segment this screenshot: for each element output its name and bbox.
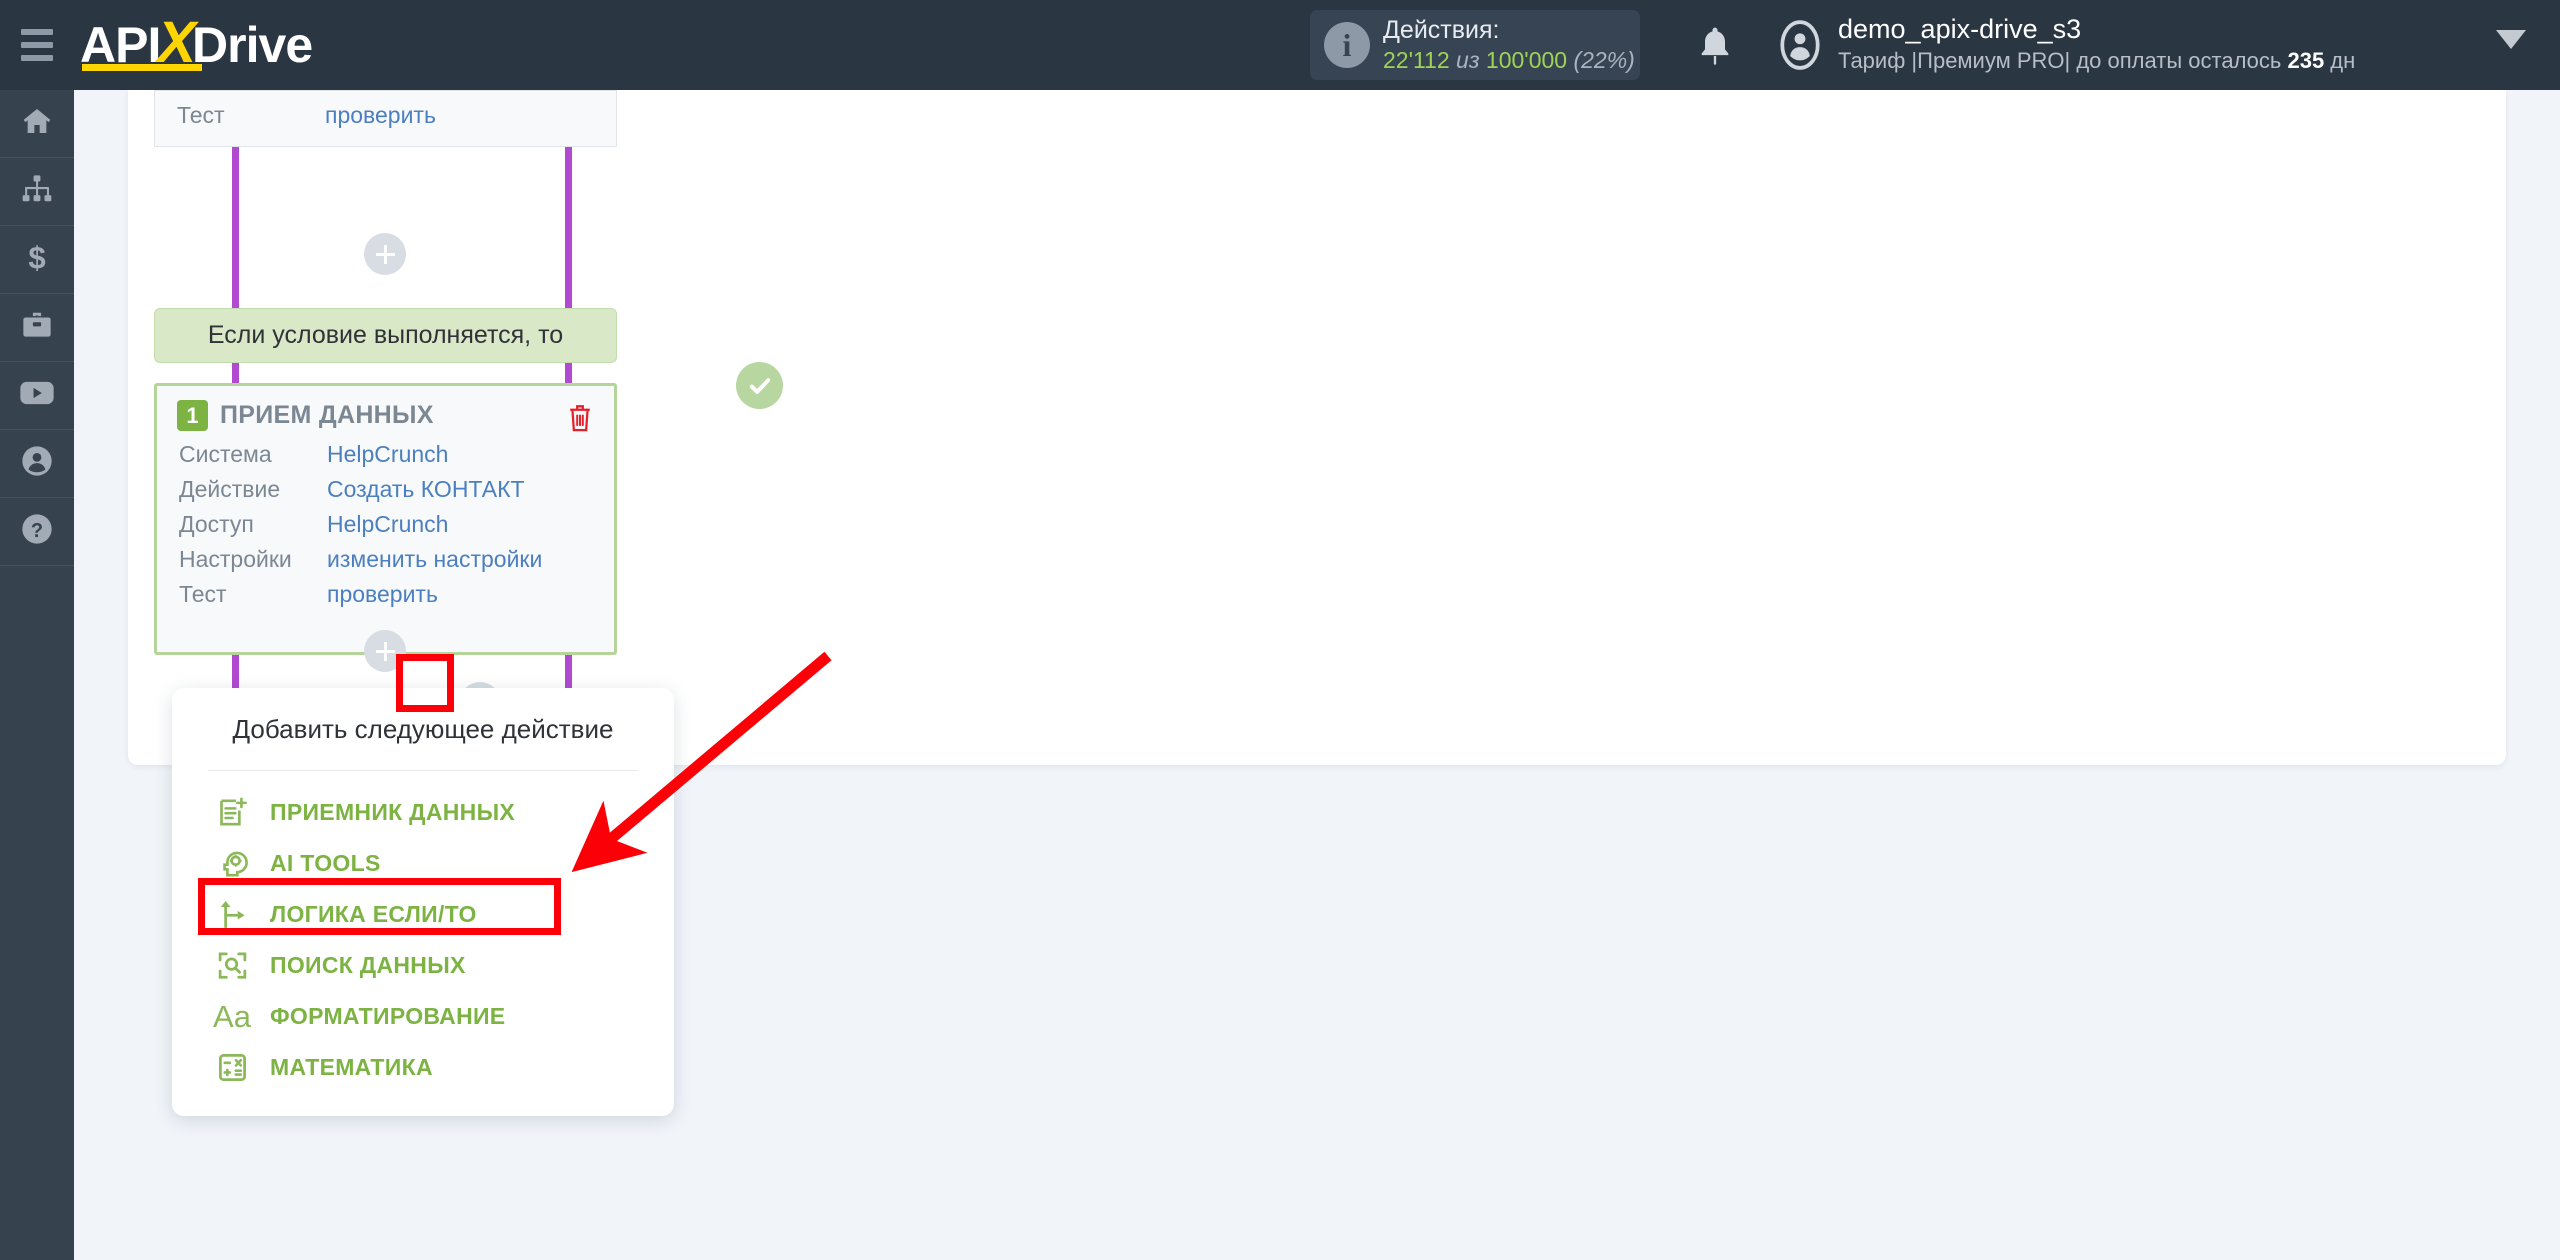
menu-item-label: AI TOOLS (270, 850, 381, 876)
card-row: Доступ HelpCrunch (157, 511, 614, 546)
connections-icon (20, 174, 54, 209)
user-name: demo_apix-drive_s3 (1838, 14, 2082, 44)
format-text-icon: Aa (210, 999, 254, 1035)
plan-mid: | до оплаты осталось (2064, 48, 2288, 74)
notification-bell-icon[interactable] (1695, 24, 1735, 68)
search-data-icon (210, 949, 254, 982)
top-header: API X Drive i Действия: 22'112 из 100'000 … (0, 0, 2560, 90)
info-icon: i (1324, 22, 1370, 68)
trash-icon[interactable] (566, 402, 594, 438)
menu-item-math[interactable]: МАТЕМАТИКА (172, 1042, 674, 1093)
briefcase-icon (20, 310, 54, 345)
row-label: Доступ (179, 511, 254, 537)
logo-part-2: Drive (192, 17, 313, 73)
data-receiver-icon (210, 796, 254, 829)
user-avatar-icon[interactable] (1775, 20, 1825, 70)
menu-item-label: ПОИСК ДАННЫХ (270, 952, 466, 978)
menu-item-data-receiver[interactable]: ПРИЕМНИК ДАННЫХ (172, 787, 674, 838)
logo-part-1: API (80, 17, 161, 73)
sidebar-item-connections[interactable] (0, 158, 74, 226)
row-label: Тест (177, 102, 225, 128)
chevron-down-icon[interactable] (2496, 30, 2526, 49)
actions-quota-box[interactable]: i Действия: 22'112 из 100'000 (22%) (1310, 10, 1640, 80)
menu-item-search-data[interactable]: ПОИСК ДАННЫХ (172, 940, 674, 991)
youtube-icon (19, 379, 55, 412)
actions-value: 22'112 из 100'000 (22%) (1383, 46, 1635, 75)
row-value[interactable]: HelpCrunch (327, 441, 448, 468)
actions-total: 100'000 (1485, 47, 1568, 74)
left-sidebar: $ ? (0, 90, 74, 1260)
card-row: Настройки изменить настройки (157, 546, 614, 581)
user-plan: Тариф |Премиум PRO| до оплаты осталось 2… (1838, 47, 2355, 76)
help-icon: ? (21, 513, 53, 550)
sidebar-item-home[interactable] (0, 90, 74, 158)
actions-text: Действия: 22'112 из 100'000 (22%) (1383, 14, 1635, 75)
row-value[interactable]: изменить настройки (327, 546, 542, 573)
receive-data-card: 1 ПРИЕМ ДАННЫХ Система HelpCrunch Действ… (154, 383, 617, 655)
card-header: 1 ПРИЕМ ДАННЫХ (157, 386, 614, 441)
apixdrive-logo[interactable]: API X Drive (80, 0, 313, 90)
logo-underline (82, 64, 202, 71)
burger-line (21, 29, 53, 35)
row-value[interactable]: HelpCrunch (327, 511, 448, 538)
sidebar-item-account[interactable] (0, 430, 74, 498)
aa-glyph: Aa (213, 998, 251, 1034)
card-row: Система HelpCrunch (157, 441, 614, 476)
hamburger-menu-icon[interactable] (0, 0, 74, 90)
add-step-button-1[interactable] (364, 233, 406, 275)
dropdown-list: ПРИЕМНИК ДАННЫХ AI TOOLS ЛОГИКА ЕСЛИ/ТО … (172, 771, 674, 1093)
menu-item-logic-if-then[interactable]: ЛОГИКА ЕСЛИ/ТО (172, 889, 674, 940)
plan-name: Премиум PRO (1917, 48, 2065, 74)
branch-logic-icon (210, 898, 254, 931)
menu-item-formatting[interactable]: Aa ФОРМАТИРОВАНИЕ (172, 991, 674, 1042)
svg-text:$: $ (28, 240, 45, 274)
plan-suffix: дн (2324, 48, 2356, 74)
row-value[interactable]: Создать КОНТАКТ (327, 476, 525, 503)
sidebar-item-billing[interactable]: $ (0, 226, 74, 294)
sidebar-item-help[interactable]: ? (0, 498, 74, 566)
row-value[interactable]: проверить (327, 581, 438, 608)
plan-days: 235 (2287, 48, 2325, 74)
row-label: Настройки (179, 546, 292, 572)
add-step-button-2[interactable] (364, 630, 406, 672)
row-label: Система (179, 441, 272, 467)
dropdown-title: Добавить следующее действие (232, 713, 614, 744)
row-label: Тест (179, 581, 227, 607)
workflow-panel: Тест проверить Если условие выполняется,… (128, 0, 2506, 765)
math-icon (210, 1051, 254, 1084)
actions-title: Действия: (1383, 16, 1500, 45)
burger-line (21, 55, 53, 61)
billing-icon: $ (24, 240, 50, 279)
step-number-badge: 1 (177, 400, 208, 431)
card-title: ПРИЕМ ДАННЫХ (220, 401, 434, 429)
add-action-dropdown: Добавить следующее действие ПРИЕМНИК ДАН… (172, 688, 674, 1116)
svg-text:?: ? (31, 520, 43, 542)
card-row: Действие Создать КОНТАКТ (157, 476, 614, 511)
sidebar-item-video[interactable] (0, 362, 74, 430)
previous-node-card: Тест проверить (154, 90, 617, 147)
card-row: Тест проверить (157, 581, 614, 616)
row-label: Действие (179, 476, 281, 502)
sidebar-item-business[interactable] (0, 294, 74, 362)
account-icon (21, 445, 53, 482)
menu-item-ai-tools[interactable]: AI TOOLS (172, 838, 674, 889)
menu-item-label: ЛОГИКА ЕСЛИ/ТО (270, 901, 477, 927)
ai-brain-icon (210, 847, 254, 880)
row-value[interactable]: проверить (325, 102, 436, 129)
check-circle-icon (736, 362, 783, 409)
menu-item-label: МАТЕМАТИКА (270, 1054, 433, 1080)
user-info[interactable]: demo_apix-drive_s3 Тариф |Премиум PRO| д… (1838, 12, 2355, 76)
plan-prefix: Тариф | (1838, 48, 1918, 74)
home-icon (20, 105, 54, 142)
menu-item-label: ФОРМАТИРОВАНИЕ (270, 1003, 506, 1029)
burger-line (21, 42, 53, 48)
actions-percent: (22%) (1573, 47, 1635, 74)
actions-used: 22'112 (1383, 47, 1450, 74)
menu-item-label: ПРИЕМНИК ДАННЫХ (270, 799, 516, 825)
condition-banner: Если условие выполняется, то (154, 308, 617, 363)
actions-of: из (1456, 47, 1480, 74)
card-row: Тест проверить (155, 102, 616, 137)
